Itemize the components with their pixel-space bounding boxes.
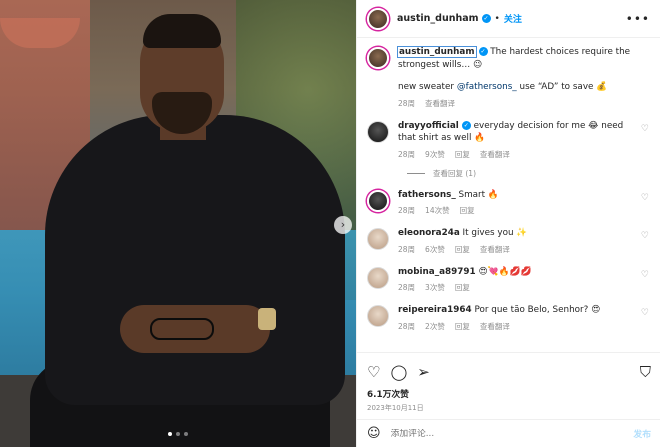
comment-text: 😍💘🔥💋💋 — [475, 266, 532, 277]
author-avatar[interactable] — [367, 47, 389, 69]
post-sidebar: austin_dunham ✓ • 关注 ••• austin_dunham ✓ … — [356, 0, 660, 447]
reply-button[interactable]: 回复 — [455, 244, 470, 255]
verified-badge-icon: ✓ — [481, 14, 491, 23]
reply-button[interactable]: 回复 — [455, 149, 470, 160]
comment-icon[interactable]: ◯ — [390, 364, 407, 380]
bookmark-icon[interactable]: ⛉ — [640, 364, 651, 380]
reply-button[interactable]: 回复 — [455, 282, 470, 293]
author-username[interactable]: austin_dunham — [397, 13, 479, 24]
caption-line2-prefix: new sweater — [398, 82, 457, 92]
send-icon[interactable]: ➢ — [417, 364, 430, 380]
comment-item: reipereira1964 Por que tão Belo, Senhor?… — [367, 304, 651, 332]
commenter-avatar[interactable] — [367, 189, 389, 212]
commenter-avatar[interactable] — [367, 266, 389, 289]
carousel-dot — [176, 432, 180, 436]
carousel-dots — [168, 432, 188, 436]
comment-likes[interactable]: 14次赞 — [425, 205, 450, 216]
person-hair — [143, 14, 221, 48]
person-torso — [45, 115, 345, 405]
caption-username[interactable]: austin_dunham — [397, 46, 477, 58]
follow-button[interactable]: 关注 — [504, 12, 522, 25]
comment-likes[interactable]: 3次赞 — [425, 282, 445, 293]
comment-item: drayyofficial ✓ everyday decision for me … — [367, 120, 651, 160]
see-translation-button[interactable]: 查看翻译 — [480, 244, 510, 255]
comment-input[interactable] — [390, 428, 634, 439]
comment-item: mobina_a89791 😍💘🔥💋💋 28周 3次赞 回复 ♡ — [367, 266, 651, 294]
carousel-dot — [168, 432, 172, 436]
caption-mention[interactable]: @fathersons_ — [457, 82, 517, 92]
see-translation-button[interactable]: 查看翻译 — [480, 149, 510, 160]
comment-likes[interactable]: 2次赞 — [425, 321, 445, 332]
comment-text: It gives you ✨ — [459, 228, 528, 238]
comment-time[interactable]: 28周 — [398, 244, 415, 255]
comment-time[interactable]: 28周 — [398, 282, 415, 293]
replies-divider — [407, 172, 425, 174]
more-options-icon[interactable]: ••• — [626, 12, 650, 26]
commenter-username[interactable]: fathersons_ — [398, 190, 456, 200]
see-translation-button[interactable]: 查看翻译 — [425, 98, 455, 109]
likes-count[interactable]: 6.1万次赞 — [357, 383, 660, 400]
comment-like-heart-icon[interactable]: ♡ — [641, 308, 649, 318]
verified-badge-icon: ✓ — [461, 120, 471, 130]
comment-likes[interactable]: 9次赞 — [425, 149, 445, 160]
comments-list[interactable]: austin_dunham ✓ The hardest choices requi… — [357, 38, 660, 352]
carousel-dot — [184, 432, 188, 436]
verified-badge-icon: ✓ — [478, 47, 488, 56]
commenter-avatar[interactable] — [367, 120, 389, 143]
emoji-icon[interactable]: ☺ — [367, 426, 381, 441]
post-photo[interactable]: › — [0, 0, 356, 447]
wristwatch — [258, 308, 276, 330]
caption: austin_dunham ✓ The hardest choices requi… — [367, 46, 651, 109]
commenter-username[interactable]: drayyofficial — [398, 121, 459, 131]
view-replies-button[interactable]: 查看回复 (1) — [407, 168, 651, 179]
reply-button[interactable]: 回复 — [455, 321, 470, 332]
comment-item: fathersons_ Smart 🔥 28周 14次赞 回复 ♡ — [367, 189, 651, 217]
action-icons: ♡ ◯ ➢ ⛉ — [357, 353, 660, 383]
follow-separator: • — [494, 13, 500, 24]
view-replies-label[interactable]: 查看回复 (1) — [433, 168, 476, 179]
caption-line2-suffix: use “AD” to save 💰 — [516, 82, 608, 92]
commenter-avatar[interactable] — [367, 228, 389, 250]
author-avatar[interactable] — [367, 7, 389, 30]
comment-like-heart-icon[interactable]: ♡ — [641, 124, 649, 134]
heart-icon[interactable]: ♡ — [367, 364, 380, 380]
comment-item: eleonora24a It gives you ✨ 28周 6次赞 回复 查看… — [367, 227, 651, 255]
add-comment-bar: ☺ 发布 — [357, 419, 660, 447]
comment-text: Smart 🔥 — [455, 189, 499, 200]
commenter-username[interactable]: reipereira1964 — [398, 305, 472, 315]
comment-like-heart-icon[interactable]: ♡ — [641, 270, 649, 280]
commenter-avatar[interactable] — [367, 305, 389, 327]
post-actions: ♡ ◯ ➢ ⛉ 6.1万次赞 2023年10月11日 ☺ 发布 — [357, 352, 660, 447]
comment-time[interactable]: 28周 — [398, 321, 415, 332]
commenter-username[interactable]: mobina_a89791 — [398, 267, 476, 277]
sunglasses — [150, 318, 214, 340]
post-comment-button[interactable]: 发布 — [633, 427, 651, 440]
comment-like-heart-icon[interactable]: ♡ — [641, 231, 649, 241]
post-header: austin_dunham ✓ • 关注 ••• — [357, 0, 660, 38]
caption-time[interactable]: 28周 — [398, 98, 415, 109]
comment-time[interactable]: 28周 — [398, 205, 415, 216]
reply-button[interactable]: 回复 — [460, 205, 475, 216]
see-translation-button[interactable]: 查看翻译 — [480, 321, 510, 332]
comment-text: Por que tão Belo, Senhor? 😍 — [471, 305, 601, 315]
commenter-username[interactable]: eleonora24a — [398, 228, 460, 238]
comment-likes[interactable]: 6次赞 — [425, 244, 445, 255]
next-image-arrow-icon[interactable]: › — [334, 216, 352, 234]
comment-time[interactable]: 28周 — [398, 149, 415, 160]
post-date[interactable]: 2023年10月11日 — [357, 400, 660, 413]
comment-like-heart-icon[interactable]: ♡ — [641, 193, 649, 203]
